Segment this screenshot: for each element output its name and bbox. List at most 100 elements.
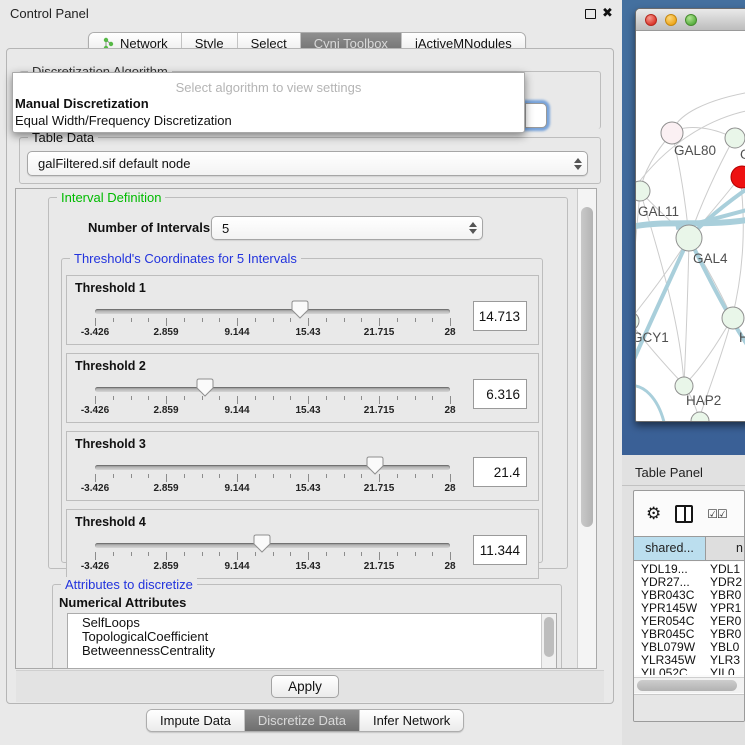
node-partial-bottom[interactable] bbox=[691, 412, 709, 422]
table-row[interactable]: YER054CYER0 bbox=[634, 614, 745, 627]
node-h[interactable] bbox=[722, 307, 744, 329]
table-row[interactable]: YPR145WYPR1 bbox=[634, 601, 745, 614]
threshold-value-field[interactable]: 14.713 bbox=[473, 301, 527, 331]
scale-label: 21.715 bbox=[364, 327, 395, 338]
vertical-scrollbar-thumb[interactable] bbox=[581, 207, 593, 527]
attribute-browser: ⚙ ☑☑ shared... n YDL19...YDL1YDR27...YDR… bbox=[633, 490, 745, 722]
node-gcy1[interactable] bbox=[636, 312, 639, 330]
attributes-scrollbar-thumb[interactable] bbox=[544, 617, 554, 657]
slider-ticks bbox=[95, 474, 450, 482]
slider-handle[interactable] bbox=[196, 378, 214, 398]
select-columns-icon[interactable]: ☑☑ bbox=[707, 507, 727, 521]
slider-track[interactable] bbox=[95, 543, 450, 548]
column-header-name[interactable]: n bbox=[706, 537, 745, 560]
close-icon[interactable]: ✖ bbox=[602, 5, 613, 21]
column-header-shared-name[interactable]: shared... bbox=[634, 537, 706, 560]
table-row[interactable]: YBL079WYBL0 bbox=[634, 640, 745, 653]
interval-definition-group: Interval Definition Number of Intervals … bbox=[48, 197, 568, 569]
tab-discretize-data[interactable]: Discretize Data bbox=[245, 710, 360, 731]
number-of-intervals-label: Number of Intervals bbox=[88, 220, 210, 235]
numerical-attributes-label: Numerical Attributes bbox=[59, 595, 186, 610]
table-rows: YDL19...YDL1YDR27...YDR2YBR043CYBR0YPR14… bbox=[634, 562, 745, 675]
combo-stepper-icon bbox=[464, 222, 482, 234]
node-partial-right[interactable] bbox=[725, 128, 745, 148]
slider-scale-labels: -3.4262.8599.14415.4321.71528 bbox=[95, 327, 450, 339]
threshold-slider[interactable]: -3.4262.8599.14415.4321.71528 bbox=[95, 276, 450, 346]
number-of-intervals-combobox[interactable]: 5 bbox=[211, 216, 483, 240]
table-row[interactable]: YDL19...YDL1 bbox=[634, 562, 745, 575]
attribute-list-item[interactable]: SelfLoops bbox=[68, 614, 556, 628]
threshold-slider[interactable]: -3.4262.8599.14415.4321.71528 bbox=[95, 510, 450, 580]
gear-icon[interactable]: ⚙ bbox=[646, 504, 661, 524]
cell-shared-name: YIL052C bbox=[634, 666, 706, 675]
scale-label: -3.426 bbox=[81, 483, 109, 494]
tab-discretize-data-label: Discretize Data bbox=[258, 713, 346, 728]
table-panel: Table Panel ⚙ ☑☑ shared... n YDL19...YDL… bbox=[622, 455, 745, 745]
network-canvas[interactable]: GAL80 GA C GAL11 GAL4 GCY1 H HAP2 bbox=[636, 31, 745, 422]
attributes-group-title: Attributes to discretize bbox=[61, 577, 197, 592]
float-window-icon[interactable] bbox=[585, 9, 596, 19]
table-row[interactable]: YBR045CYBR0 bbox=[634, 627, 745, 640]
horizontal-scrollbar-thumb[interactable] bbox=[637, 680, 737, 691]
node-gal80[interactable] bbox=[661, 122, 683, 144]
scale-label: 21.715 bbox=[364, 561, 395, 572]
split-panel-icon[interactable] bbox=[675, 505, 693, 523]
table-data-combobox[interactable]: galFiltered.sif default node bbox=[27, 151, 588, 176]
table-row[interactable]: YBR043CYBR0 bbox=[634, 588, 745, 601]
algorithm-dropdown-popup: Select algorithm to view settings Manual… bbox=[12, 72, 525, 133]
threshold-panel: Threshold 3-3.4262.8599.14415.4321.71528… bbox=[66, 431, 539, 501]
slider-handle[interactable] bbox=[366, 456, 384, 476]
node-gal4[interactable] bbox=[676, 225, 702, 251]
apply-button[interactable]: Apply bbox=[271, 675, 339, 698]
scale-label: 9.144 bbox=[224, 405, 249, 416]
table-row[interactable]: YIL052CYIL0 bbox=[634, 666, 745, 675]
cell-shared-name: YBL079W bbox=[634, 640, 706, 653]
window-title: Control Panel bbox=[10, 6, 89, 21]
threshold-slider[interactable]: -3.4262.8599.14415.4321.71528 bbox=[95, 432, 450, 502]
dropdown-option-equal-width-frequency[interactable]: Equal Width/Frequency Discretization bbox=[13, 112, 524, 129]
table-panel-divider bbox=[622, 485, 745, 486]
dropdown-hint-text: Select algorithm to view settings bbox=[13, 73, 524, 95]
cell-name: YBR0 bbox=[706, 588, 745, 601]
tab-impute-data[interactable]: Impute Data bbox=[147, 710, 245, 731]
close-traffic-light-icon[interactable] bbox=[645, 14, 657, 26]
vertical-scrollbar[interactable] bbox=[577, 189, 596, 668]
algorithm-combobox[interactable] bbox=[525, 103, 547, 128]
table-header-row: shared... n bbox=[634, 536, 745, 561]
tab-infer-network-label: Infer Network bbox=[373, 713, 450, 728]
dropdown-option-manual-discretization[interactable]: Manual Discretization bbox=[13, 95, 524, 112]
table-row[interactable]: YDR27...YDR2 bbox=[634, 575, 745, 588]
cell-name: YLR3 bbox=[706, 653, 745, 666]
node-gal11[interactable] bbox=[636, 181, 650, 201]
numerical-attributes-list[interactable]: SelfLoopsTopologicalCoefficientBetweenne… bbox=[67, 613, 557, 668]
cell-name: YDR2 bbox=[706, 575, 745, 588]
table-data-group: Table Data galFiltered.sif default node bbox=[19, 137, 601, 184]
cell-shared-name: YBR045C bbox=[634, 627, 706, 640]
node-red[interactable] bbox=[731, 166, 745, 188]
slider-track[interactable] bbox=[95, 465, 450, 470]
scale-label: 9.144 bbox=[224, 327, 249, 338]
network-window-titlebar[interactable] bbox=[636, 9, 745, 31]
settings-scrollpane: Interval Definition Number of Intervals … bbox=[15, 188, 597, 669]
slider-track[interactable] bbox=[95, 309, 450, 314]
attribute-list-item[interactable]: TopologicalCoefficient bbox=[68, 628, 556, 642]
slider-handle[interactable] bbox=[291, 300, 309, 320]
threshold-slider[interactable]: -3.4262.8599.14415.4321.71528 bbox=[95, 354, 450, 424]
node-label: GAL4 bbox=[693, 251, 728, 266]
horizontal-scrollbar[interactable] bbox=[634, 677, 745, 693]
zoom-traffic-light-icon[interactable] bbox=[685, 14, 697, 26]
attribute-list-item[interactable]: BetweennessCentrality bbox=[68, 642, 556, 656]
scale-label: 15.43 bbox=[295, 561, 320, 572]
scale-label: -3.426 bbox=[81, 405, 109, 416]
table-row[interactable]: YLR345WYLR3 bbox=[634, 653, 745, 666]
attributes-scrollbar[interactable] bbox=[541, 614, 556, 668]
threshold-value-field[interactable]: 11.344 bbox=[473, 535, 527, 565]
minimize-traffic-light-icon[interactable] bbox=[665, 14, 677, 26]
network-window: GAL80 GA C GAL11 GAL4 GCY1 H HAP2 bbox=[635, 8, 745, 422]
node-label: H bbox=[739, 330, 745, 345]
tab-infer-network[interactable]: Infer Network bbox=[360, 710, 463, 731]
threshold-value-field[interactable]: 6.316 bbox=[473, 379, 527, 409]
slider-track[interactable] bbox=[95, 387, 450, 392]
slider-handle[interactable] bbox=[253, 534, 271, 554]
threshold-value-field[interactable]: 21.4 bbox=[473, 457, 527, 487]
